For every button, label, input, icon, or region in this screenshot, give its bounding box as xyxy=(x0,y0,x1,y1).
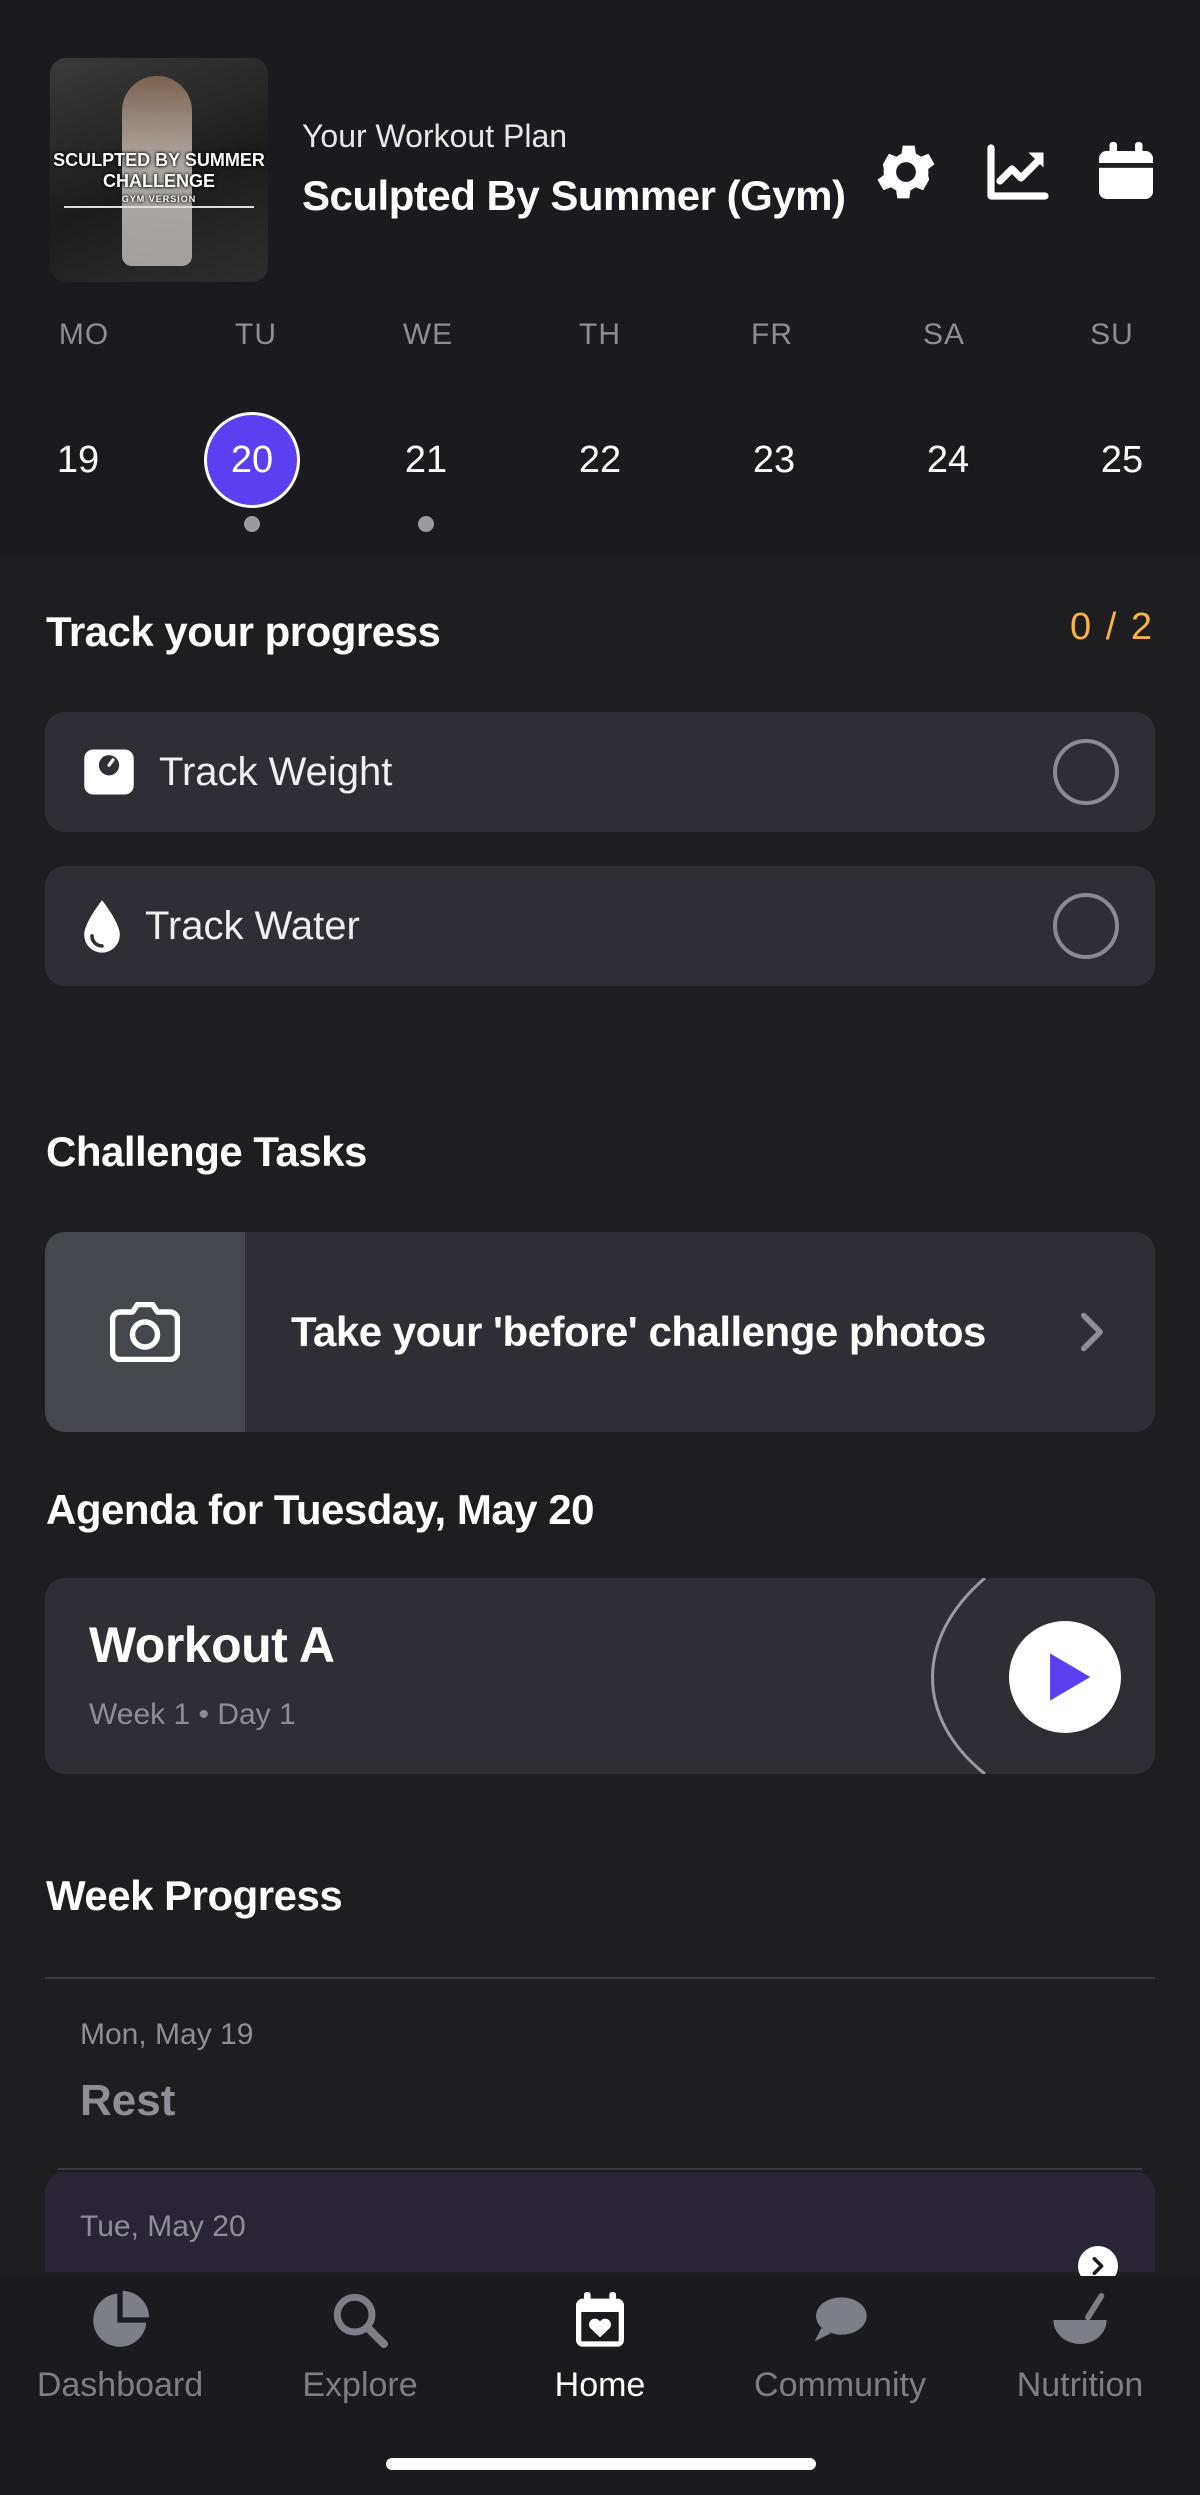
workout-card[interactable]: Workout A Week 1 • Day 1 xyxy=(45,1578,1155,1774)
day-label: SU xyxy=(1090,318,1134,351)
tab-label: Explore xyxy=(302,2366,418,2404)
day-label: SA xyxy=(922,318,966,351)
day-label: WE xyxy=(402,318,454,351)
tab-label: Nutrition xyxy=(1016,2366,1144,2404)
cover-text: SCULPTED BY SUMMER CHALLENGE GYM VERSION xyxy=(50,150,268,206)
divider xyxy=(45,1977,1155,1979)
date-25[interactable]: 25 xyxy=(1074,412,1170,508)
chevron-right-icon xyxy=(1092,2257,1104,2275)
week-progress-title: Week Progress xyxy=(46,1872,343,1919)
tab-label: Home xyxy=(554,2366,646,2404)
tab-community[interactable]: Community xyxy=(720,2276,960,2436)
gear-icon[interactable] xyxy=(870,136,942,208)
before-photos-task[interactable]: Take your 'before' challenge photos xyxy=(45,1232,1155,1432)
weekday-labels: MO TU WE TH FR SA SU xyxy=(0,318,1200,358)
cover-title: SCULPTED BY SUMMER CHALLENGE xyxy=(53,150,265,191)
tab-label: Dashboard xyxy=(36,2366,204,2404)
activity-dot xyxy=(244,516,260,532)
date-22[interactable]: 22 xyxy=(552,412,648,508)
agenda-title: Agenda for Tuesday, May 20 xyxy=(46,1486,594,1533)
workout-progress-arc xyxy=(931,1578,986,1774)
challenge-title: Challenge Tasks xyxy=(46,1128,367,1175)
date-21[interactable]: 21 xyxy=(378,412,474,508)
camera-icon xyxy=(110,1302,180,1362)
track-water-label: Track Water xyxy=(145,904,360,948)
progress-count: 0 / 2 xyxy=(1070,606,1154,648)
play-icon xyxy=(1050,1653,1091,1701)
calendar-icon[interactable] xyxy=(1090,136,1162,208)
header: SCULPTED BY SUMMER CHALLENGE GYM VERSION… xyxy=(0,0,1200,556)
week-progress-date: Tue, May 20 xyxy=(80,2210,246,2243)
play-workout-button[interactable] xyxy=(1009,1621,1121,1733)
date-23[interactable]: 23 xyxy=(726,412,822,508)
progress-title: Track your progress xyxy=(46,608,441,655)
search-icon xyxy=(328,2288,392,2352)
track-weight-label: Track Weight xyxy=(159,750,393,794)
scale-icon xyxy=(84,749,134,795)
pie-chart-icon xyxy=(88,2288,152,2352)
day-label: FR xyxy=(751,318,793,351)
week-progress-status: Rest xyxy=(80,2076,176,2125)
activity-dot xyxy=(418,516,434,532)
home-indicator xyxy=(386,2458,816,2470)
cover-subtitle: GYM VERSION xyxy=(121,194,197,204)
tab-explore[interactable]: Explore xyxy=(240,2276,480,2436)
tab-label: Community xyxy=(754,2366,926,2404)
day-label: TH xyxy=(579,318,621,351)
water-drop-icon xyxy=(84,900,120,953)
photo-task-icon-area xyxy=(45,1232,245,1432)
divider xyxy=(58,2168,1142,2170)
week-progress-date: Mon, May 19 xyxy=(80,2018,254,2051)
date-19[interactable]: 19 xyxy=(30,412,126,508)
date-24[interactable]: 24 xyxy=(900,412,996,508)
chart-line-icon[interactable] xyxy=(982,136,1054,208)
workout-title: Workout A xyxy=(89,1617,335,1673)
plan-label: Your Workout Plan xyxy=(302,118,568,154)
cover-divider xyxy=(64,206,254,208)
tab-nutrition[interactable]: Nutrition xyxy=(960,2276,1200,2436)
before-photos-label: Take your 'before' challenge photos xyxy=(291,1308,986,1355)
track-weight-card[interactable]: Track Weight xyxy=(45,712,1155,832)
workout-subtitle: Week 1 • Day 1 xyxy=(89,1698,296,1731)
chevron-right-icon xyxy=(1080,1312,1103,1352)
day-label: TU xyxy=(235,318,277,351)
chat-bubble-icon xyxy=(808,2288,872,2352)
tab-home[interactable]: Home xyxy=(480,2276,720,2436)
date-20-selected[interactable]: 20 xyxy=(204,412,300,508)
plan-title[interactable]: Sculpted By Summer (Gym) xyxy=(302,172,846,220)
track-water-card[interactable]: Track Water xyxy=(45,866,1155,986)
bowl-icon xyxy=(1048,2288,1112,2352)
calendar-heart-icon xyxy=(568,2288,632,2352)
track-water-checkbox[interactable] xyxy=(1053,893,1119,959)
track-weight-checkbox[interactable] xyxy=(1053,739,1119,805)
day-label: MO xyxy=(58,318,110,351)
plan-cover-image[interactable]: SCULPTED BY SUMMER CHALLENGE GYM VERSION xyxy=(50,58,268,282)
tabbar-edge xyxy=(0,2276,1200,2280)
tab-dashboard[interactable]: Dashboard xyxy=(0,2276,240,2436)
